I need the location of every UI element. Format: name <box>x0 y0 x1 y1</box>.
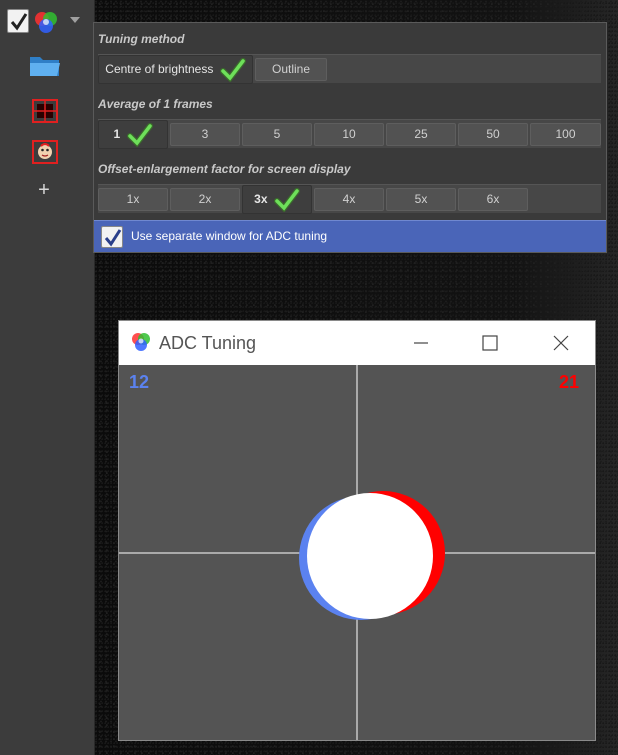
check-icon <box>219 57 246 82</box>
average-frames-title: Average of 1 frames <box>98 97 213 111</box>
toolbar-top-group <box>4 6 90 36</box>
offset-option-1x[interactable]: 1x <box>98 188 168 211</box>
window-title: ADC Tuning <box>159 333 257 353</box>
minimize-icon[interactable] <box>409 331 433 355</box>
crosshair-frame-icon[interactable] <box>27 96 63 126</box>
offset-option-6x[interactable]: 6x <box>458 188 528 211</box>
check-icon <box>273 187 300 212</box>
check-icon <box>126 122 153 147</box>
offset-option-2x[interactable]: 2x <box>170 188 240 211</box>
adc-display-canvas: 12 21 <box>119 365 595 740</box>
offset-option-5x[interactable]: 5x <box>386 188 456 211</box>
average-option-50[interactable]: 50 <box>458 123 528 146</box>
folder-icon[interactable] <box>27 50 63 80</box>
offset-factor-title: Offset-enlargement factor for screen dis… <box>98 162 351 176</box>
tuning-method-row: Centre of brightness Outline <box>98 54 601 84</box>
average-frames-row: 1 3 5 10 25 50 100 <box>98 119 601 149</box>
average-option-25[interactable]: 25 <box>386 123 456 146</box>
check-icon[interactable] <box>7 9 29 33</box>
separate-window-label: Use separate window for ADC tuning <box>131 229 328 243</box>
adc-tuning-window: ADC Tuning 12 21 <box>118 320 596 741</box>
check-icon <box>104 229 122 247</box>
white-light-disc <box>307 493 433 619</box>
rgb-circles-icon[interactable] <box>32 9 60 35</box>
average-option-3[interactable]: 3 <box>170 123 240 146</box>
close-icon[interactable] <box>549 331 573 355</box>
maximize-icon[interactable] <box>478 331 502 355</box>
plus-icon[interactable]: + <box>32 178 56 202</box>
offset-factor-row: 1x 2x 3x 4x 5x 6x <box>98 184 601 214</box>
tuning-settings-panel: Tuning method Centre of brightness Outli… <box>93 22 607 253</box>
average-option-1[interactable]: 1 <box>98 120 168 149</box>
average-option-10[interactable]: 10 <box>314 123 384 146</box>
offset-option-3x[interactable]: 3x <box>242 185 312 214</box>
dropdown-arrow-icon[interactable] <box>68 15 82 25</box>
adc-visualization <box>119 365 595 740</box>
separate-window-option[interactable]: Use separate window for ADC tuning <box>94 220 606 252</box>
face-frame-icon[interactable] <box>27 137 63 167</box>
tuning-method-title: Tuning method <box>98 32 185 46</box>
red-offset-value: 21 <box>558 372 579 392</box>
average-option-100[interactable]: 100 <box>530 123 601 146</box>
rgb-circles-icon <box>132 333 150 351</box>
option-centre-of-brightness[interactable]: Centre of brightness <box>98 55 253 84</box>
left-toolbar: + <box>0 0 95 755</box>
blue-offset-value: 12 <box>129 372 150 392</box>
average-option-5[interactable]: 5 <box>242 123 312 146</box>
offset-option-4x[interactable]: 4x <box>314 188 384 211</box>
window-titlebar[interactable]: ADC Tuning <box>119 321 595 365</box>
option-outline[interactable]: Outline <box>255 58 327 81</box>
separate-window-checkbox[interactable] <box>101 226 123 248</box>
